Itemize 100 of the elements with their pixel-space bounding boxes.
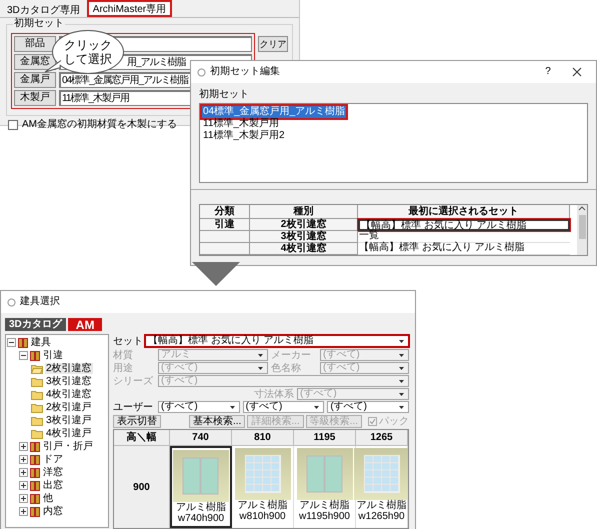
tree-item[interactable]: 他 xyxy=(42,493,54,504)
column-header: 最初に選択されるセット xyxy=(358,205,570,219)
help-button[interactable]: ? xyxy=(536,66,560,78)
tree-item[interactable]: ドア xyxy=(42,454,64,465)
clear-button[interactable]: クリア xyxy=(258,36,288,52)
tree-item[interactable]: 4枚引違戸 xyxy=(45,428,93,439)
window-drawing xyxy=(234,448,290,500)
app-icon xyxy=(7,298,16,306)
toolbar-button[interactable]: 表示切替 xyxy=(113,414,161,428)
tree-item[interactable]: 引戸・折戸 xyxy=(42,441,94,452)
open-folder-icon xyxy=(31,364,43,374)
tree-item[interactable]: 4枚引違窓 xyxy=(45,389,93,400)
table-cell: 2枚引違窓 xyxy=(250,219,358,231)
list-item[interactable]: 11標準_木製戸用 xyxy=(202,118,280,130)
tree-item[interactable]: 3枚引違戸 xyxy=(45,415,93,426)
folder-icon xyxy=(31,376,43,386)
dropdown-field[interactable]: 【幅高】標準 お気に入り アルミ樹脂 xyxy=(145,335,409,347)
folder-icon xyxy=(31,402,43,412)
column-header: 分類 xyxy=(200,205,250,219)
product-size: w1195h900 xyxy=(299,511,350,522)
set-button[interactable]: 木製戸 xyxy=(14,90,56,106)
app-icon xyxy=(197,68,206,76)
table-cell: 3枚引違窓 xyxy=(250,231,358,243)
set-button[interactable]: 部品 xyxy=(14,36,56,52)
list-item[interactable]: 04標準_金属窓戸用_アルミ樹脂 xyxy=(202,106,346,118)
toolbar-button[interactable]: 基本検索... xyxy=(188,414,246,428)
product-name: アルミ樹脂 xyxy=(176,502,226,513)
filter-label: 寸法体系 xyxy=(254,388,294,400)
expand-icon[interactable] xyxy=(19,507,28,516)
checkbox[interactable] xyxy=(8,120,18,130)
checkbox-label: パック xyxy=(379,416,409,426)
table-cell[interactable]: 一覧 xyxy=(358,231,570,243)
close-icon[interactable] xyxy=(572,67,582,77)
door-icon xyxy=(30,494,40,504)
door-icon xyxy=(30,454,40,464)
table-cell[interactable]: 【幅高】標準 お気に入り アルミ樹脂 xyxy=(358,243,570,255)
column-header: 種別 xyxy=(250,205,358,219)
folder-icon xyxy=(31,416,43,426)
callout-text: して選択 xyxy=(64,52,112,66)
product-name: アルミ樹脂 xyxy=(356,500,406,511)
folder-icon xyxy=(31,390,43,400)
window-drawing xyxy=(296,448,352,500)
down-arrow-icon xyxy=(192,262,240,286)
tree-item[interactable]: 建具 xyxy=(30,337,52,348)
table-cell: 引違 xyxy=(200,219,250,231)
set-button[interactable]: 金属戸 xyxy=(14,72,56,88)
set-button[interactable]: 金属窓 xyxy=(14,54,56,70)
folder-icon xyxy=(31,428,43,438)
expand-icon[interactable] xyxy=(19,494,28,503)
callout-text: クリック xyxy=(64,38,112,52)
list-label: 初期セット xyxy=(199,89,249,100)
dropdown-field[interactable]: (すべて) xyxy=(158,401,240,413)
filter-label: ユーザー xyxy=(113,402,154,412)
tab[interactable]: ArchiMaster専用 xyxy=(86,0,172,17)
tab[interactable]: 3Dカタログ xyxy=(5,318,66,331)
door-icon xyxy=(30,350,40,360)
door-icon xyxy=(30,442,40,452)
collapse-icon[interactable] xyxy=(7,338,16,347)
checkbox-label: AM金属窓の初期材質を木製にする xyxy=(22,119,177,131)
tree-item[interactable]: 出窓 xyxy=(42,480,64,491)
expand-icon[interactable] xyxy=(19,481,28,490)
column-header: 高＼幅 xyxy=(114,430,170,446)
tree-item[interactable]: 引違 xyxy=(42,350,64,361)
product-size: w1265h90 xyxy=(358,511,405,522)
door-icon xyxy=(30,468,40,478)
filter-label: 色名称 xyxy=(271,362,302,374)
product-tile[interactable]: アルミ樹脂 w810h900 xyxy=(232,446,294,528)
tab[interactable]: 3Dカタログ専用 xyxy=(2,3,85,17)
list-item[interactable]: 11標準_木製戸用2 xyxy=(202,130,286,142)
door-icon xyxy=(30,506,40,516)
filter-label: シリーズ xyxy=(113,376,154,386)
collapse-icon[interactable] xyxy=(19,351,28,360)
table-cell[interactable]: 【幅高】標準 お気に入り アルミ樹脂 xyxy=(358,219,570,231)
door-icon xyxy=(30,480,40,490)
expand-icon[interactable] xyxy=(19,468,28,477)
tree-item[interactable]: 洋窓 xyxy=(42,467,64,478)
group-title: 初期セット xyxy=(13,18,65,30)
door-icon xyxy=(18,338,28,348)
filter-label: メーカー xyxy=(271,350,312,360)
dropdown-field[interactable]: (すべて) xyxy=(242,401,324,413)
product-name: アルミ樹脂 xyxy=(300,500,350,511)
tree-item[interactable]: 2枚引違戸 xyxy=(45,402,93,413)
product-tile[interactable]: アルミ樹脂 w1265h90 xyxy=(356,446,408,528)
expand-icon[interactable] xyxy=(19,455,28,464)
product-tile[interactable]: アルミ樹脂 w740h900 xyxy=(170,446,232,528)
product-size: w740h900 xyxy=(178,513,224,524)
set-label: セット xyxy=(113,336,143,346)
expand-icon[interactable] xyxy=(19,442,28,451)
product-size: w810h900 xyxy=(239,511,286,522)
table-cell: 4枚引違窓 xyxy=(250,243,358,255)
tree-item[interactable]: 内窓 xyxy=(42,506,64,517)
tab[interactable]: AM xyxy=(68,318,102,331)
tree-item[interactable]: 3枚引違窓 xyxy=(45,376,93,387)
window-title: 建具選択 xyxy=(20,296,60,308)
product-tile[interactable]: アルミ樹脂 w1195h900 xyxy=(294,446,356,528)
tree-item[interactable]: 2枚引違窓 xyxy=(45,363,93,374)
dropdown-field[interactable]: (すべて) xyxy=(327,401,410,413)
product-name: アルミ樹脂 xyxy=(238,500,288,511)
scroll-up-icon[interactable] xyxy=(578,205,586,213)
filter-label: 材質 xyxy=(113,350,134,360)
